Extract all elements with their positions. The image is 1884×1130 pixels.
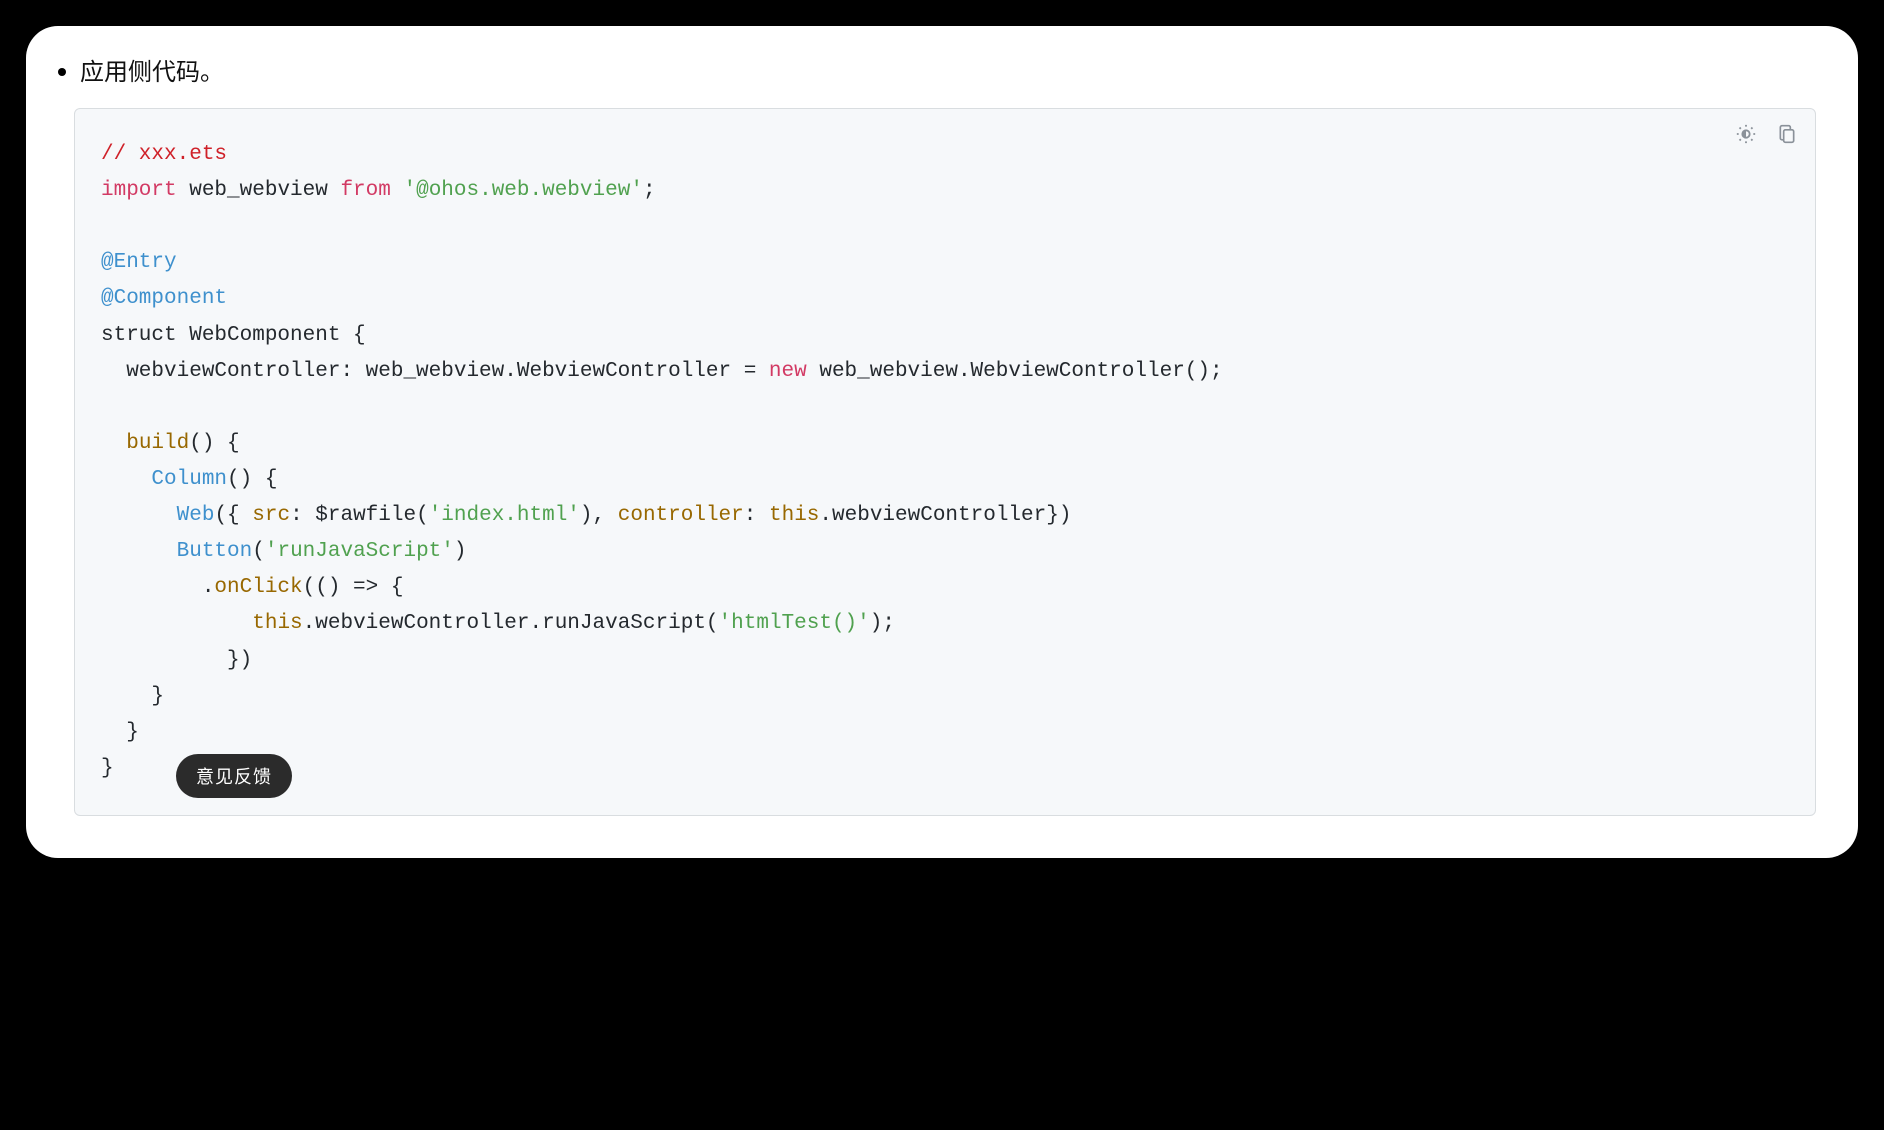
- code-ctrl-colon: :: [744, 504, 769, 527]
- code-content: // xxx.ets import web_webview from '@oho…: [101, 137, 1789, 787]
- code-brace-column: }: [101, 685, 164, 708]
- code-kw-import: import: [101, 179, 177, 202]
- code-button-open: (: [252, 540, 265, 563]
- code-column-name: Column: [151, 468, 227, 491]
- code-brace-onclick: }): [101, 649, 252, 672]
- bullet-text: 应用侧代码。: [80, 54, 224, 90]
- bullet-dot-icon: [58, 68, 66, 76]
- feedback-button[interactable]: 意见反馈: [176, 754, 292, 798]
- code-column-open: () {: [227, 468, 277, 491]
- code-build-name: build: [126, 432, 189, 455]
- code-src-str: 'index.html': [429, 504, 580, 527]
- code-button-str: 'runJavaScript': [265, 540, 454, 563]
- copy-icon[interactable]: [1777, 123, 1797, 145]
- code-src-after: ),: [580, 504, 618, 527]
- code-button-close: ): [454, 540, 467, 563]
- content-card: 应用侧代码。 // xxx.ets import web_webview fro…: [26, 26, 1858, 858]
- code-runjs-mid: .webviewController.runJavaScript(: [303, 612, 719, 635]
- code-kw-from: from: [340, 179, 390, 202]
- code-runjs-end: );: [870, 612, 895, 635]
- code-comment: // xxx.ets: [101, 143, 227, 166]
- code-annotation-entry: @Entry: [101, 251, 177, 274]
- code-toolbar: [1735, 123, 1797, 145]
- code-kw-new: new: [769, 360, 807, 383]
- code-brace-struct: }: [101, 757, 114, 780]
- code-import-path: '@ohos.web.webview': [403, 179, 642, 202]
- code-onclick-name: onClick: [214, 576, 302, 599]
- code-web-name: Web: [177, 504, 215, 527]
- feedback-label: 意见反馈: [196, 767, 272, 788]
- code-web-open: ({: [214, 504, 252, 527]
- code-annotation-component: @Component: [101, 287, 227, 310]
- code-src-colon: : $rawfile(: [290, 504, 429, 527]
- code-ctrl-attr: controller: [618, 504, 744, 527]
- theme-toggle-icon[interactable]: [1735, 123, 1757, 145]
- code-src-attr: src: [252, 504, 290, 527]
- code-build-open: () {: [189, 432, 239, 455]
- code-runjs-str: 'htmlTest()': [719, 612, 870, 635]
- code-button-name: Button: [177, 540, 253, 563]
- code-this-kw: this: [769, 504, 819, 527]
- bullet-item: 应用侧代码。: [68, 54, 1816, 90]
- code-onclick-open: (() => {: [303, 576, 404, 599]
- code-ctrl-decl-a: webviewController: web_webview.WebviewCo…: [101, 360, 769, 383]
- code-ctrl-decl-b: web_webview.WebviewController();: [807, 360, 1223, 383]
- code-ctrl-ref: .webviewController}): [819, 504, 1071, 527]
- code-brace-build: }: [101, 721, 139, 744]
- code-import-name: web_webview: [177, 179, 341, 202]
- code-struct-line: struct WebComponent {: [101, 324, 366, 347]
- code-runjs-this: this: [252, 612, 302, 635]
- code-block: // xxx.ets import web_webview from '@oho…: [74, 108, 1816, 816]
